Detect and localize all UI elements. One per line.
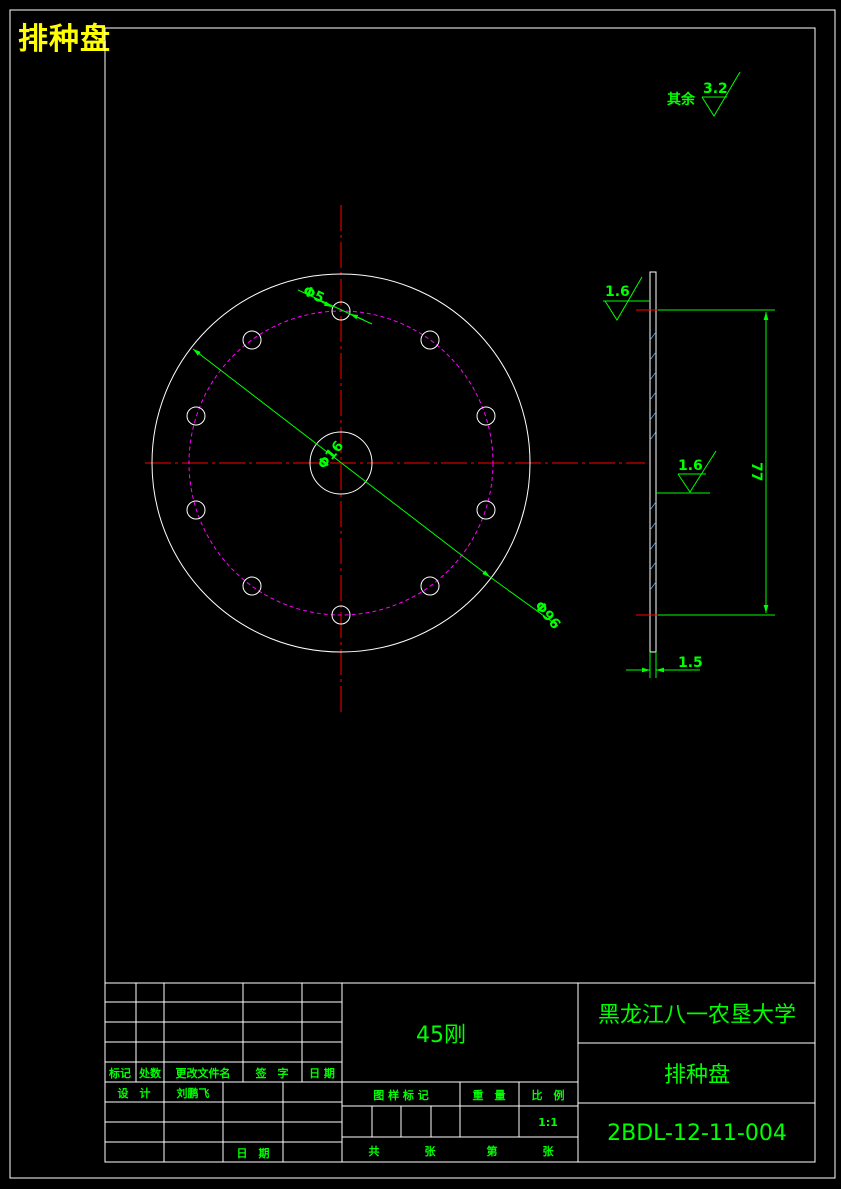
svg-text:设 计: 设 计 xyxy=(118,1086,151,1100)
designer-name: 刘鹏飞 xyxy=(177,1086,210,1100)
seed-hole xyxy=(476,500,496,520)
svg-text:重 量: 重 量 xyxy=(473,1088,506,1102)
drawing-number-label: 2BDL-12-11-004 xyxy=(607,1121,787,1146)
svg-text:第: 第 xyxy=(487,1144,498,1158)
front-view: Φ5 Φ16 Φ96 xyxy=(145,205,645,715)
svg-text:图 样 标 记: 图 样 标 记 xyxy=(373,1088,429,1102)
plate-section xyxy=(649,271,657,653)
roughness-general-label: 其余 xyxy=(667,91,696,108)
scale-value: 1:1 xyxy=(538,1116,558,1129)
seed-hole xyxy=(186,406,206,426)
part-name-label: 排种盘 xyxy=(664,1063,730,1088)
seed-hole xyxy=(242,576,262,596)
hole-diameter-label: Φ5 xyxy=(300,283,326,307)
material-label: 45刚 xyxy=(416,1023,466,1048)
side-view: 77 1.5 1.6 1.6 xyxy=(603,271,775,678)
outer-diameter-label: Φ96 xyxy=(531,598,563,632)
drawing-canvas: 其余 3.2 Φ5 Φ16 Φ96 77 1.5 1.6 1.6 45刚 黑龙江… xyxy=(9,9,836,1179)
svg-text:比 例: 比 例 xyxy=(532,1088,565,1102)
svg-text:更改文件名: 更改文件名 xyxy=(176,1066,231,1080)
thickness-label: 1.5 xyxy=(678,655,703,671)
roughness-general-value: 3.2 xyxy=(703,81,728,97)
svg-text:签 字: 签 字 xyxy=(255,1066,289,1080)
svg-text:1.6: 1.6 xyxy=(605,284,630,300)
face-roughness-mid: 1.6 xyxy=(656,450,717,494)
svg-text:张: 张 xyxy=(425,1144,437,1158)
center-hole-label: Φ16 xyxy=(315,438,347,472)
svg-text:日 期: 日 期 xyxy=(309,1066,335,1080)
university-label: 黑龙江八一农垦大学 xyxy=(598,1003,796,1028)
inner-border xyxy=(104,27,816,1163)
svg-text:日 期: 日 期 xyxy=(237,1146,270,1160)
svg-text:标记: 标记 xyxy=(108,1066,131,1080)
face-roughness-top: 1.6 xyxy=(603,276,650,321)
svg-text:共: 共 xyxy=(369,1144,380,1158)
svg-text:1.6: 1.6 xyxy=(678,458,703,474)
seed-hole xyxy=(420,330,440,350)
svg-text:处数: 处数 xyxy=(138,1066,162,1080)
general-roughness-symbol: 其余 3.2 xyxy=(667,71,741,117)
svg-text:张: 张 xyxy=(543,1144,555,1158)
seed-hole xyxy=(242,330,262,350)
height-label: 77 xyxy=(748,462,764,481)
